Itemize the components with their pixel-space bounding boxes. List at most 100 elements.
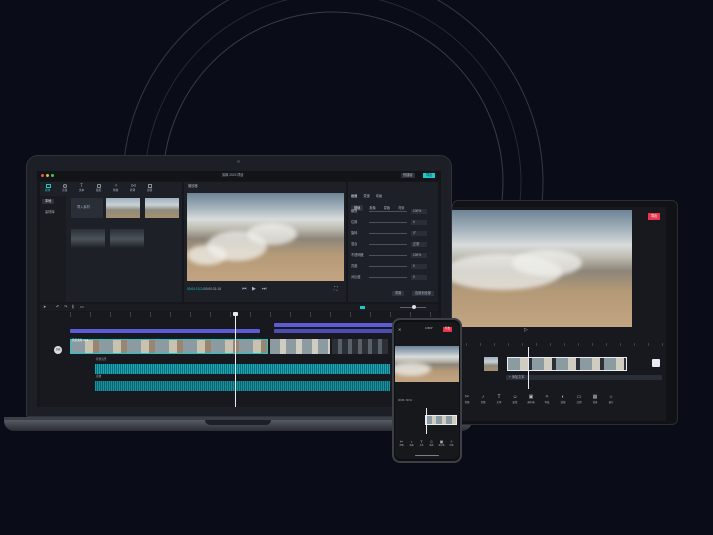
video-clip-label: 风景素材.mp4 xyxy=(72,339,89,342)
inspector-row-value[interactable]: 0° xyxy=(411,231,427,237)
tablet-playhead[interactable] xyxy=(528,347,529,389)
tool-label: 贴纸 xyxy=(512,401,518,404)
tool-icon: ◐ xyxy=(561,394,565,400)
tablet-tool-5[interactable]: ✧ 特效 xyxy=(540,395,554,413)
inspector-row-label: 亮度 xyxy=(351,264,358,268)
inspector-slider[interactable] xyxy=(369,244,407,245)
redo-icon[interactable]: ↷ xyxy=(64,305,67,309)
inspector-row-value[interactable]: 0 xyxy=(411,264,427,270)
sidebar-item-library[interactable]: 素材库 xyxy=(42,210,58,215)
tablet-tool-9[interactable]: ☼ 调节 xyxy=(604,395,618,413)
phone-export-button[interactable]: 导出 xyxy=(443,327,453,332)
close-window-icon[interactable] xyxy=(41,174,44,177)
media-thumbnail[interactable] xyxy=(145,198,179,218)
delete-icon[interactable]: ▭ xyxy=(80,305,84,309)
inspector-row: 亮度 0 xyxy=(351,263,435,271)
media-thumbnail[interactable] xyxy=(110,229,144,249)
export-button[interactable]: 导出 xyxy=(423,173,436,179)
split-icon[interactable]: ⫼ xyxy=(72,305,74,309)
inspector-slider[interactable] xyxy=(369,222,407,223)
video-track-clip[interactable] xyxy=(270,339,330,354)
tablet-play-icon[interactable]: ▷ xyxy=(524,328,528,333)
zoom-slider-handle[interactable] xyxy=(412,305,416,309)
tablet-video-clip[interactable] xyxy=(507,357,627,371)
inspector-row-value[interactable]: 0 xyxy=(411,220,427,226)
inspector-row-label: 混合 xyxy=(351,242,358,246)
playhead[interactable] xyxy=(235,312,236,407)
sidebar-item-local[interactable]: 本地 xyxy=(42,199,55,205)
reset-button[interactable]: 重置 xyxy=(392,291,405,297)
video-track-clip[interactable] xyxy=(332,339,388,354)
tool-icon: T xyxy=(420,439,423,444)
tablet-export-button[interactable]: 导出 xyxy=(648,213,661,221)
phone-close-icon[interactable]: ✕ xyxy=(398,328,401,332)
magnet-toggle[interactable] xyxy=(360,306,365,309)
inspector-row: 对比度 0 xyxy=(351,274,435,282)
media-thumbnail[interactable] xyxy=(71,229,105,249)
tool-icon: ▣ xyxy=(528,394,534,400)
undo-icon[interactable]: ↶ xyxy=(56,305,59,309)
skip-forward-icon[interactable]: ⏭ xyxy=(262,287,267,292)
video-track-clip[interactable] xyxy=(70,339,268,354)
play-icon[interactable]: ▶ xyxy=(252,287,256,292)
tablet-tool-8[interactable]: ▦ 背景 xyxy=(588,395,602,413)
inspector-panel: 画面 变速 动画 基础 抠像 蒙版 背景 缩放 100% 位置 0 旋转 0° 混合 正常 不透明度 100… xyxy=(348,182,438,302)
media-icon xyxy=(46,184,51,188)
audio-waveform[interactable] xyxy=(95,381,390,391)
inspector-slider[interactable] xyxy=(369,277,407,278)
inspector-row-label: 不透明度 xyxy=(351,253,364,257)
tablet-tool-1[interactable]: ♪ 音频 xyxy=(476,395,490,413)
phone-tool-3[interactable]: ☺ 贴纸 xyxy=(427,440,436,450)
timeline: 封面 风景素材.mp4 背景音乐 音效 xyxy=(40,312,438,407)
window-title: 剪映 2023 项目 xyxy=(222,173,244,177)
tablet-text-clip[interactable]: + 添加文本 xyxy=(506,375,662,381)
tablet-clip-thumb[interactable] xyxy=(484,357,498,371)
tablet-tool-3[interactable]: ☺ 贴纸 xyxy=(508,395,522,413)
phone-playhead[interactable] xyxy=(426,408,427,434)
audio-track-label: 背景音乐 xyxy=(96,358,107,361)
phone-tool-2[interactable]: T 文本 xyxy=(417,440,426,450)
inspector-row-label: 缩放 xyxy=(351,209,358,213)
shortcut-button[interactable]: 快捷键 xyxy=(401,173,415,179)
tool-label: 画中画 xyxy=(527,401,535,404)
inspector-row-value[interactable]: 正常 xyxy=(411,242,427,248)
media-thumbnail[interactable] xyxy=(106,198,140,218)
inspector-slider[interactable] xyxy=(369,211,407,212)
inspector-slider[interactable] xyxy=(369,255,407,256)
tablet-tool-7[interactable]: ▭ 比例 xyxy=(572,395,586,413)
phone-tool-1[interactable]: ♪ 音频 xyxy=(407,440,416,450)
text-track-clip[interactable] xyxy=(274,329,399,333)
minimize-window-icon[interactable] xyxy=(46,174,49,177)
tablet-preview-video xyxy=(452,210,632,327)
fullscreen-icon[interactable]: ⛶ xyxy=(334,287,338,292)
phone-tool-5[interactable]: ✧ 特效 xyxy=(447,440,456,450)
phone-tool-0[interactable]: ✂ 剪辑 xyxy=(397,440,406,450)
text-track-clip[interactable] xyxy=(274,323,399,327)
inspector-slider[interactable] xyxy=(369,266,407,267)
audio-waveform[interactable] xyxy=(95,364,390,374)
sfx-track-label: 音效 xyxy=(96,375,102,378)
inspector-row-value[interactable]: 100% xyxy=(411,209,427,215)
import-button[interactable]: 导入素材 xyxy=(71,198,103,218)
text-track-clip[interactable] xyxy=(70,329,260,333)
tool-label: 贴纸 xyxy=(429,445,434,447)
tablet-tool-0[interactable]: ✂ 剪辑 xyxy=(460,395,474,413)
tablet-add-clip-icon[interactable] xyxy=(652,359,660,367)
skip-back-icon[interactable]: ⏮ xyxy=(242,287,247,292)
phone-resolution[interactable]: 1080P xyxy=(425,327,433,331)
tablet-tool-2[interactable]: T 文本 xyxy=(492,395,506,413)
phone-video-clip[interactable] xyxy=(425,415,457,425)
playhead-handle[interactable] xyxy=(233,312,238,316)
select-tool-icon[interactable]: ➤ xyxy=(43,305,46,309)
inspector-row-value[interactable]: 0 xyxy=(411,275,427,281)
phone-tool-4[interactable]: ▣ 画中画 xyxy=(437,440,446,450)
inspector-row-label: 位置 xyxy=(351,220,358,224)
maximize-window-icon[interactable] xyxy=(51,174,54,177)
inspector-row: 缩放 100% xyxy=(351,208,435,216)
tablet-tool-6[interactable]: ◐ 滤镜 xyxy=(556,395,570,413)
apply-all-button[interactable]: 应用到全部 xyxy=(412,291,434,297)
tablet-tool-4[interactable]: ▣ 画中画 xyxy=(524,395,538,413)
inspector-row-value[interactable]: 100% xyxy=(411,253,427,259)
cover-button[interactable]: 封面 xyxy=(54,346,62,354)
inspector-slider[interactable] xyxy=(369,233,407,234)
